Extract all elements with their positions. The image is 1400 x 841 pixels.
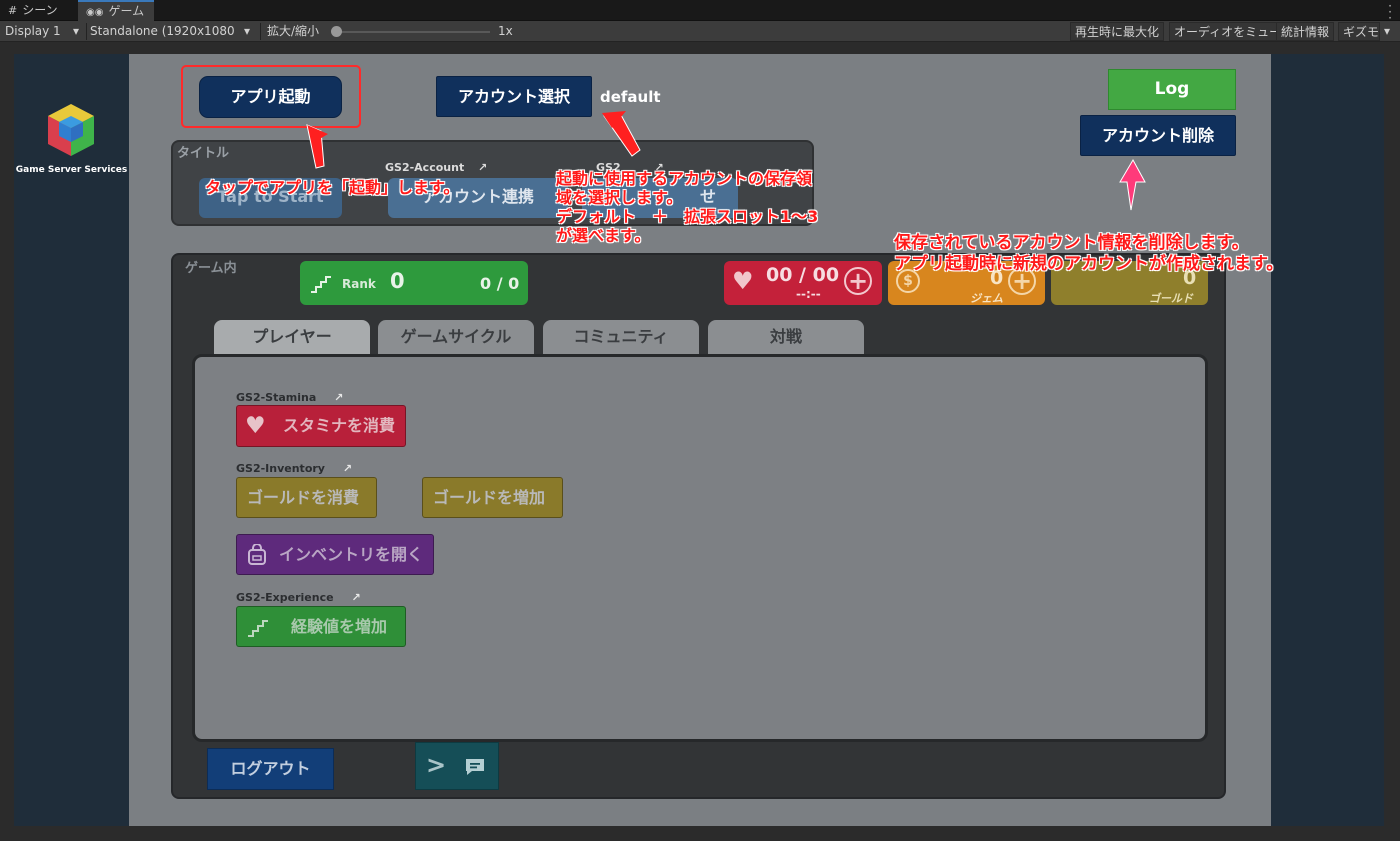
annotation-select: 起動に使用するアカウントの保存領 域を選択します。 デフォルト ＋ 拡張スロット… [556, 169, 819, 245]
annotation-delete: 保存されているアカウント情報を削除します。 アプリ起動時に新規のアカウントが作成… [894, 233, 1284, 274]
annotation-arrows [306, 111, 1146, 211]
annotation-launch: タップでアプリを「起動」します。 [205, 178, 460, 197]
